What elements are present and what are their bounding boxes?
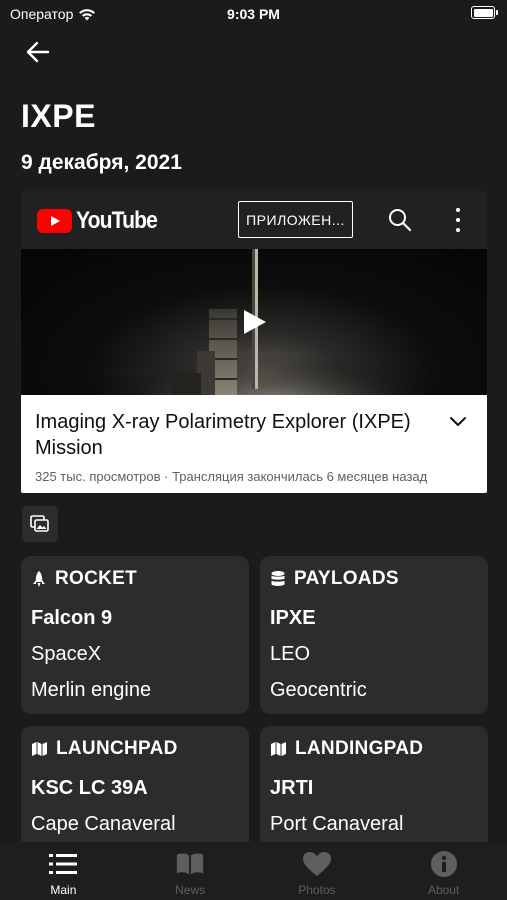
video-thumbnail[interactable] [21, 249, 487, 395]
tab-photos-label: Photos [298, 883, 336, 897]
tab-main-label: Main [50, 883, 77, 897]
youtube-header: YouTube ПРИЛОЖЕН... [21, 191, 487, 249]
youtube-more-button[interactable] [448, 207, 468, 233]
database-icon [271, 571, 285, 586]
more-vertical-icon [456, 208, 460, 212]
payload-name: IPXE [270, 607, 316, 629]
gallery-button[interactable] [22, 506, 58, 542]
launch-date: 9 декабря, 2021 [21, 151, 182, 174]
play-icon [244, 310, 266, 334]
youtube-search-button[interactable] [387, 207, 413, 233]
more-dot [456, 228, 460, 232]
tab-news[interactable]: News [127, 842, 254, 900]
youtube-logo[interactable]: YouTube [37, 207, 168, 235]
youtube-embed[interactable]: YouTube ПРИЛОЖЕН... Imaging X-ray Polari… [21, 191, 487, 493]
video-info[interactable]: Imaging X-ray Polarimetry Explorer (IXPE… [21, 395, 487, 493]
rocket-card-title: ROCKET [55, 568, 138, 589]
payload-orbit: LEO [270, 643, 311, 665]
landingpad-card-title: LANDINGPAD [295, 738, 424, 759]
landingpad-name: JRTI [270, 777, 314, 799]
tab-news-label: News [175, 883, 206, 897]
launchpad-name: KSC LC 39A [31, 777, 148, 799]
landingpad-location: Port Canaveral [270, 813, 404, 835]
tab-about-label: About [427, 883, 460, 897]
info-icon [429, 850, 459, 878]
rocket-name: Falcon 9 [31, 607, 113, 629]
rocket-card-header: ROCKET [31, 568, 137, 590]
youtube-wordmark: YouTube [76, 207, 158, 234]
open-app-button[interactable]: ПРИЛОЖЕН... [238, 201, 353, 238]
video-title[interactable]: Imaging X-ray Polarimetry Explorer (IXPE… [35, 409, 435, 461]
status-time: 9:03 PM [227, 6, 280, 22]
payload-reference-system: Geocentric [270, 679, 367, 701]
launchpad-location: Cape Canaveral [31, 813, 176, 835]
video-meta: 325 тыс. просмотров · Трансляция закончи… [35, 469, 428, 484]
heart-icon [302, 850, 332, 878]
chevron-down-icon [450, 417, 466, 426]
rocket-company: SpaceX [31, 643, 102, 665]
youtube-play-logo-icon [37, 209, 72, 233]
rocket-card[interactable]: ROCKET Falcon 9 SpaceX Merlin engine [21, 556, 249, 714]
landingpad-card-header: LANDINGPAD [270, 738, 423, 760]
book-icon [175, 850, 205, 878]
more-dot [456, 218, 460, 222]
search-icon [389, 209, 412, 232]
payloads-card-title: PAYLOADS [294, 568, 399, 589]
page-title: IXPE [21, 98, 96, 134]
back-button[interactable] [22, 36, 54, 68]
payloads-card-header: PAYLOADS [270, 568, 399, 590]
rocket-icon [33, 571, 45, 587]
play-button[interactable] [231, 293, 279, 351]
launchpad-card-header: LAUNCHPAD [31, 738, 178, 760]
tab-photos[interactable]: Photos [254, 842, 381, 900]
battery-icon [471, 6, 498, 19]
map-icon [32, 742, 47, 756]
tab-main[interactable]: Main [0, 842, 127, 900]
rocket-engine: Merlin engine [31, 679, 152, 701]
expand-description-button[interactable] [449, 415, 467, 429]
launchpad-card-title: LAUNCHPAD [56, 738, 178, 759]
tab-bar: Main News Photos About [0, 842, 507, 900]
photo-gallery-icon [30, 515, 49, 532]
tab-about[interactable]: About [380, 842, 507, 900]
payloads-card[interactable]: PAYLOADS IPXE LEO Geocentric [260, 556, 488, 714]
status-bar: Оператор 9:03 PM [0, 0, 507, 28]
list-icon [48, 850, 78, 878]
map-icon [271, 742, 286, 756]
arrow-left-icon [26, 41, 50, 63]
